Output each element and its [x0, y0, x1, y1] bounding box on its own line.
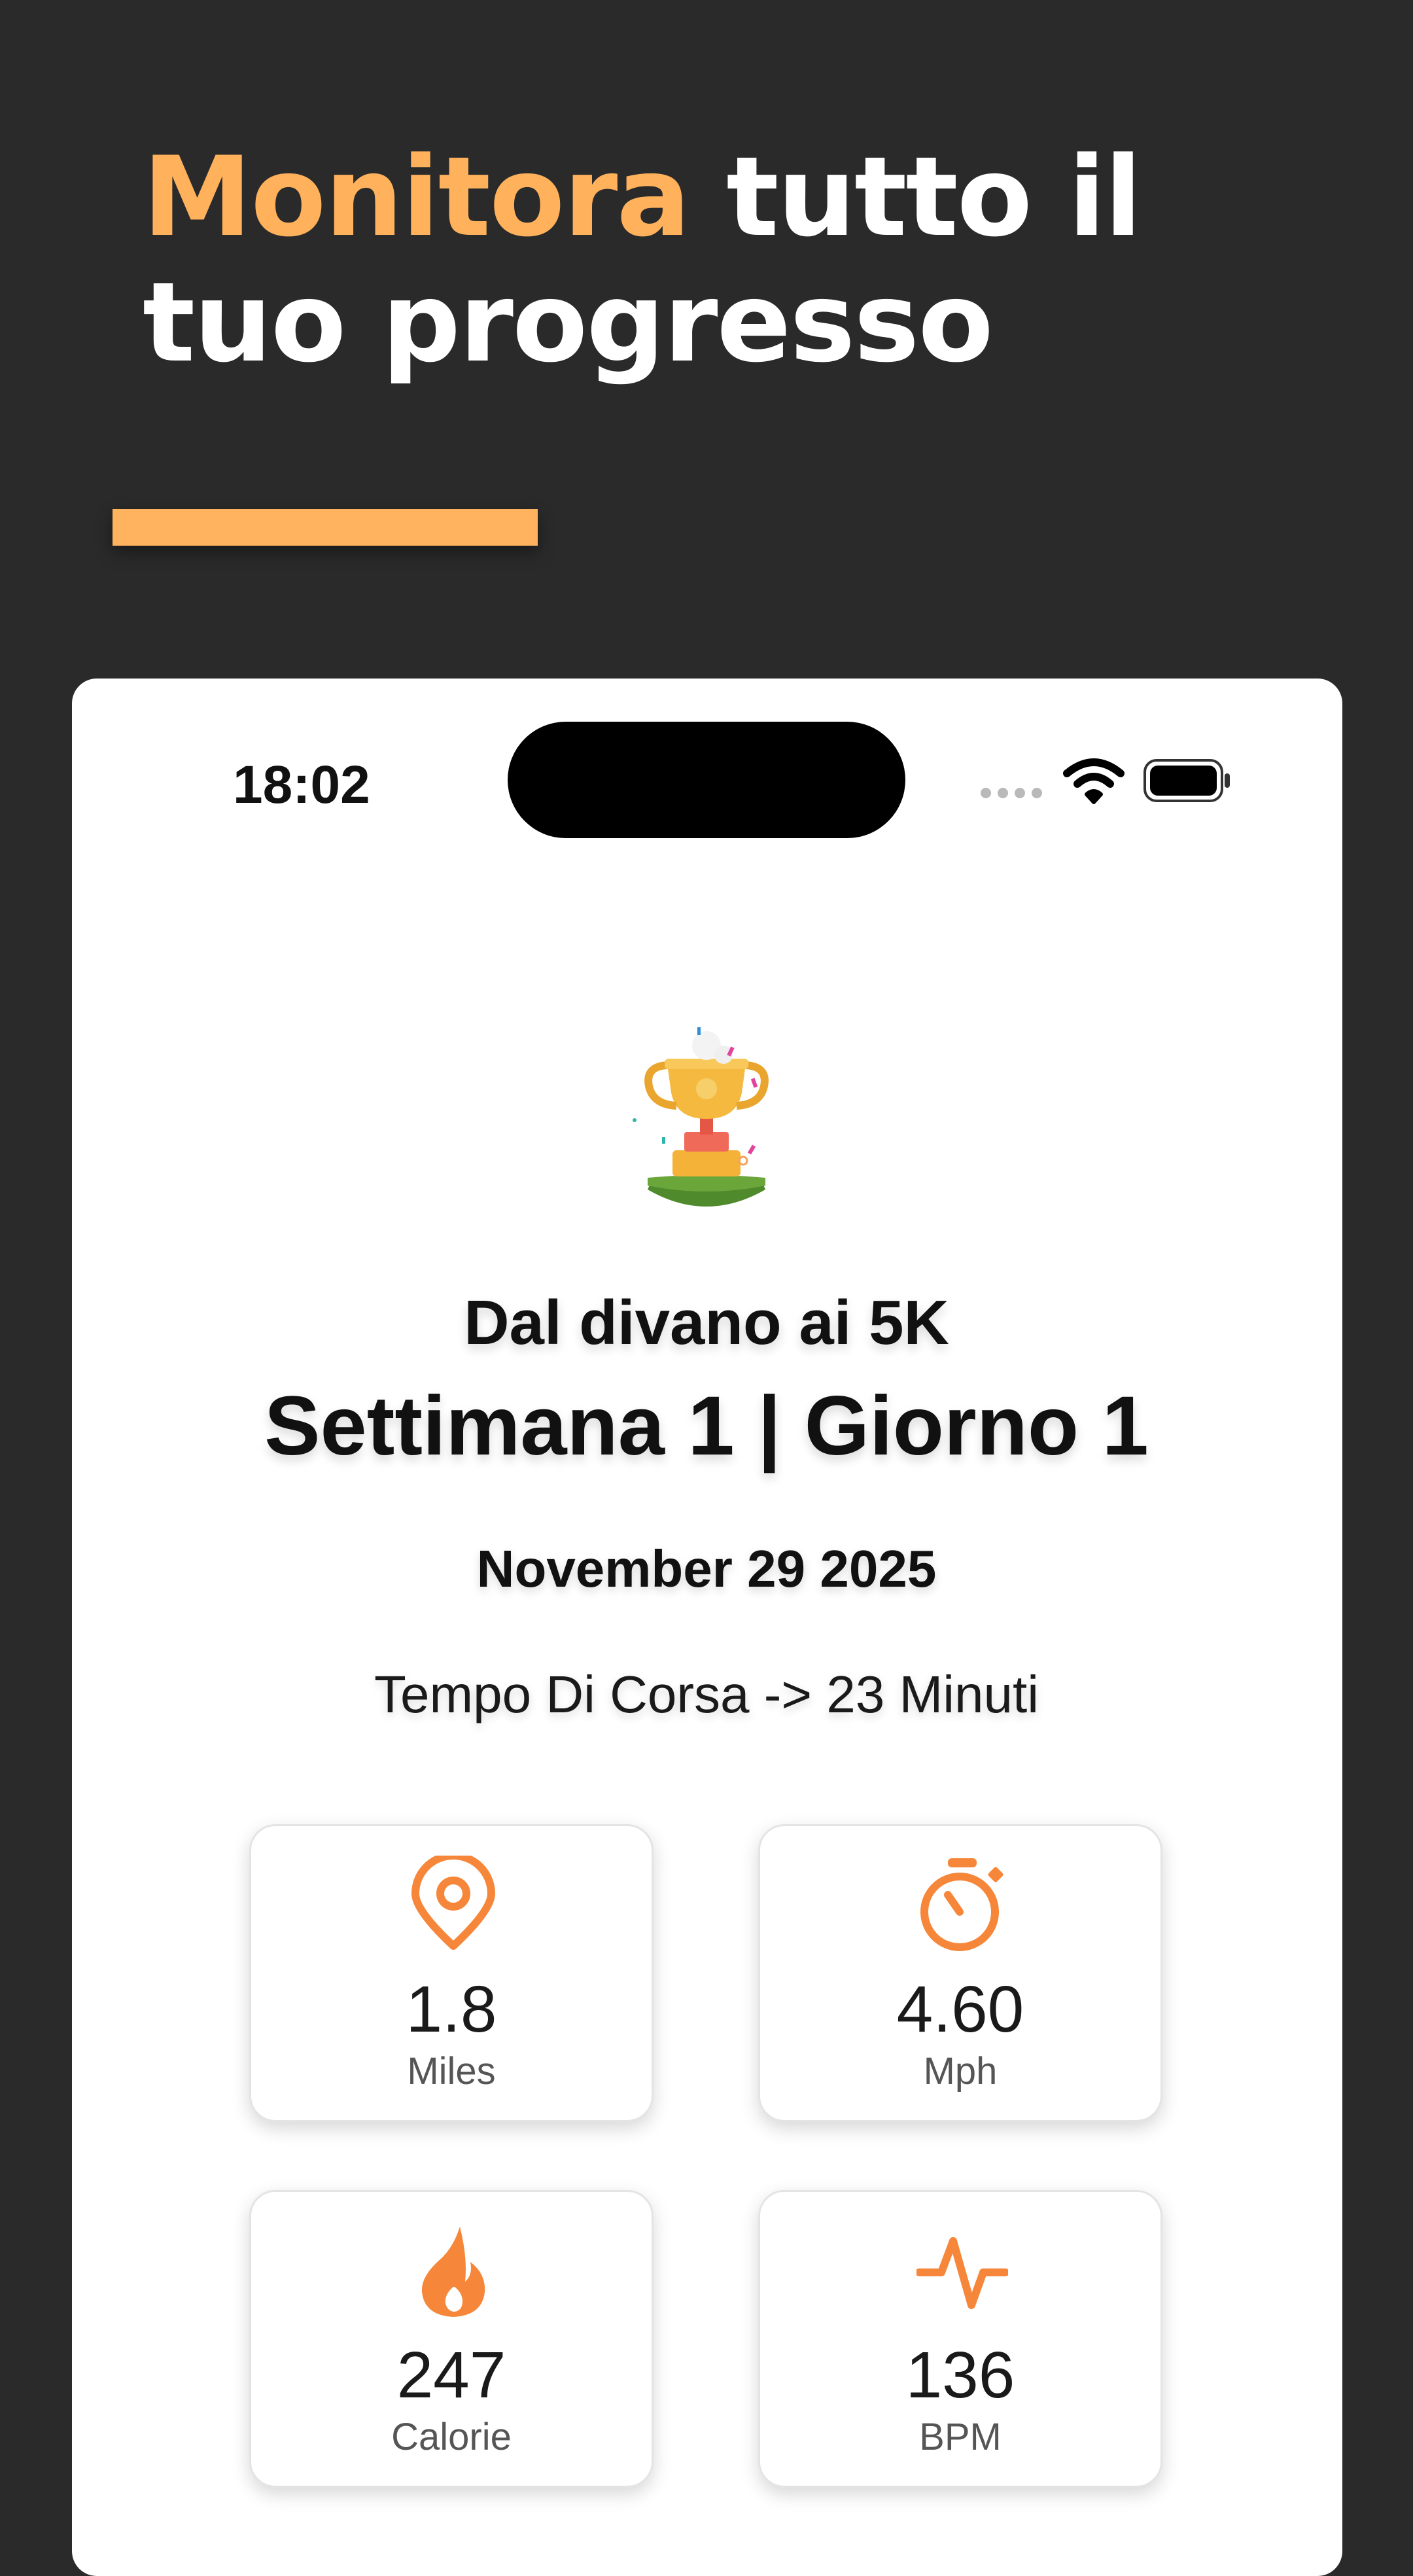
stat-unit: BPM [919, 2416, 1002, 2458]
wifi-icon [1063, 758, 1125, 804]
status-time: 18:02 [233, 755, 370, 815]
stat-value: 1.8 [406, 1973, 497, 2046]
stat-unit: Calorie [391, 2416, 512, 2458]
stat-card-speed: 4.60 Mph [758, 1824, 1162, 2122]
trophy-icon [633, 1027, 769, 1207]
headline: Monitora tutto il tuo progresso [143, 134, 1320, 385]
battery-icon [1143, 759, 1230, 802]
heart-rate-icon [916, 2237, 1008, 2309]
headline-line2: tuo progresso [143, 258, 994, 387]
workout-date: November 29 2025 [476, 1540, 937, 1598]
flame-icon [421, 2227, 485, 2317]
stat-value: 247 [396, 2338, 506, 2412]
stat-card-calories: 247 Calorie [249, 2190, 654, 2488]
program-title: Dal divano ai 5K [464, 1288, 949, 1358]
stat-value: 4.60 [896, 1973, 1024, 2046]
cellular-signal-icon [981, 788, 1046, 800]
headline-line1-rest: tutto il [689, 133, 1142, 261]
stat-card-distance: 1.8 Miles [249, 1824, 654, 2122]
stat-unit: Miles [407, 2050, 496, 2092]
dynamic-island [508, 722, 905, 838]
run-time: Tempo Di Corsa -> 23 Minuti [374, 1665, 1039, 1723]
stat-card-heart-rate: 136 BPM [758, 2190, 1162, 2488]
accent-bar [113, 509, 538, 546]
stat-unit: Mph [923, 2050, 998, 2092]
stopwatch-icon [920, 1858, 1003, 1951]
location-pin-icon [411, 1856, 495, 1950]
session-title: Settimana 1 | Giorno 1 [264, 1379, 1149, 1473]
stat-value: 136 [905, 2338, 1015, 2412]
headline-accent: Monitora [143, 133, 691, 261]
